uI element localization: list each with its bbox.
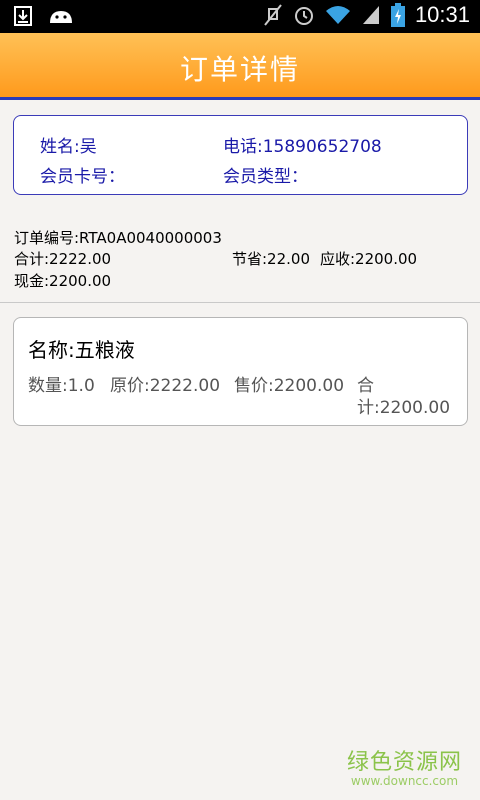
item-original-price: 原价:2222.00: [110, 376, 221, 396]
title-bar: 订单详情: [0, 33, 480, 100]
item-quantity: 数量:1.0: [28, 376, 95, 396]
item-subtotal-value: 计:2200.00: [357, 398, 451, 418]
wifi-icon: [325, 4, 351, 26]
download-icon: [14, 6, 32, 26]
member-type: 会员类型：: [223, 167, 308, 187]
order-receivable: 应收:2200.00: [320, 250, 418, 268]
member-info-card: 姓名:吴 电话:15890652708 会员卡号： 会员类型：: [13, 115, 468, 195]
signal-icon: [361, 4, 381, 26]
watermark-url: www.downcc.com: [350, 774, 459, 788]
member-phone: 电话:15890652708: [223, 137, 382, 157]
item-sale-price: 售价:2200.00: [234, 376, 345, 396]
list-item[interactable]: 名称:五粮液 数量:1.0 原价:2222.00 售价:2200.00 合 计:…: [13, 317, 468, 426]
order-cash: 现金:2200.00: [14, 272, 112, 290]
mute-icon: [263, 3, 283, 27]
member-name: 姓名:吴: [40, 137, 97, 157]
divider: [0, 302, 480, 303]
order-number: 订单编号:RTA0A0040000003: [14, 229, 222, 247]
watermark-title: 绿色资源网: [346, 750, 462, 775]
battery-icon: [390, 3, 405, 27]
page-title: 订单详情: [179, 53, 300, 86]
member-card-number: 会员卡号：: [40, 167, 125, 187]
android-icon: [48, 7, 74, 25]
alarm-icon: [293, 3, 315, 27]
item-name: 名称:五粮液: [28, 338, 135, 362]
status-bar: 10:31: [0, 0, 480, 33]
clock-time: 10:31: [414, 2, 470, 27]
order-saved: 节省:22.00: [232, 250, 310, 268]
watermark: 绿色资源网 www.downcc.com: [347, 744, 462, 788]
order-total: 合计:2222.00: [14, 250, 112, 268]
